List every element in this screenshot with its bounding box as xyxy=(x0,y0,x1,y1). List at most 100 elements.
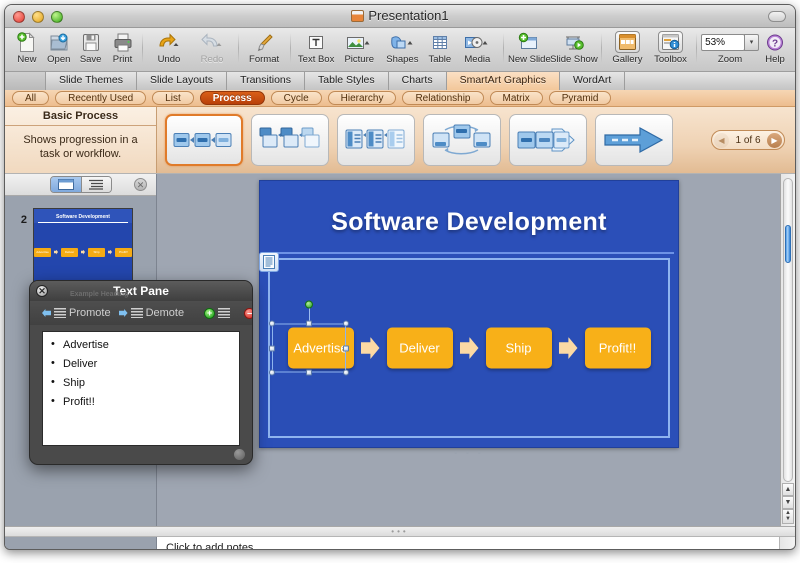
notes-scrollbar[interactable] xyxy=(780,537,795,549)
toolbar-toggle-button[interactable] xyxy=(768,11,786,22)
format-button[interactable]: Format xyxy=(243,30,286,65)
category-relationship[interactable]: Relationship xyxy=(402,91,484,105)
help-button[interactable]: ? Help xyxy=(759,30,791,65)
lines-icon xyxy=(54,308,66,318)
triangle-right-icon[interactable]: ▶ xyxy=(767,132,782,148)
outline-view-icon[interactable] xyxy=(80,177,111,192)
category-list[interactable]: List xyxy=(152,91,194,105)
text-box-icon xyxy=(306,31,326,53)
print-button[interactable]: Print xyxy=(107,30,139,65)
vertical-process-thumb[interactable] xyxy=(337,114,415,166)
close-icon[interactable]: ✕ xyxy=(134,178,147,191)
slide-thumbnail-row[interactable]: 2 Software Development Advertise Deliver… xyxy=(5,196,156,282)
slide-bottom-dots: • • • xyxy=(454,448,484,458)
smartart-object[interactable]: Advertise Deliver Ship Profit!! xyxy=(259,252,670,438)
resize-handle-nw[interactable] xyxy=(269,320,275,327)
smartart-step-ship[interactable]: Ship xyxy=(485,327,552,369)
tab-table-styles[interactable]: Table Styles xyxy=(304,72,388,90)
text-pane-bullet[interactable]: Ship xyxy=(51,376,239,389)
add-bullet-button[interactable]: + xyxy=(204,307,231,319)
tab-wordart[interactable]: WordArt xyxy=(558,72,625,90)
close-icon[interactable]: ✕ xyxy=(36,285,48,297)
zoom-input[interactable]: 53% xyxy=(701,33,746,51)
category-process[interactable]: Process xyxy=(199,91,265,105)
resize-handle-se[interactable] xyxy=(343,369,349,376)
scroll-down-button[interactable]: ▼ xyxy=(782,496,794,509)
tab-transitions[interactable]: Transitions xyxy=(226,72,305,90)
shapes-button[interactable]: Shapes xyxy=(381,30,424,65)
resize-handle-ne[interactable] xyxy=(343,320,349,327)
open-button[interactable]: Open xyxy=(43,30,75,65)
redo-arrow-icon xyxy=(199,31,225,53)
basic-process-thumb[interactable] xyxy=(165,114,243,166)
basic-arrow-thumb[interactable] xyxy=(595,114,673,166)
zoom-control[interactable]: 53% ▾ Zoom xyxy=(701,30,760,65)
thumbnail-arrow-icon xyxy=(54,249,58,255)
resize-handle-n[interactable] xyxy=(306,320,312,327)
redo-button-label: Redo xyxy=(200,54,224,65)
text-pane-bullet[interactable]: Profit!! xyxy=(51,395,239,408)
editor-vertical-scrollbar[interactable]: ▲ ▼ ▲ ▼ xyxy=(780,174,795,526)
promote-button[interactable]: Promote xyxy=(42,307,111,319)
gallery-icon xyxy=(614,31,640,53)
scrollbar-track[interactable] xyxy=(783,178,793,482)
new-slide-button[interactable]: New Slide xyxy=(508,30,551,65)
slide-title[interactable]: Software Development xyxy=(260,208,678,237)
slide-canvas[interactable]: Software Development Advertise Deliver S… xyxy=(259,180,679,458)
text-box-button[interactable]: Text Box xyxy=(295,30,338,65)
tab-slide-themes[interactable]: Slide Themes xyxy=(45,72,137,90)
rotate-handle[interactable] xyxy=(305,300,313,309)
smartart-placeholder-icon[interactable] xyxy=(259,252,279,272)
title-divider xyxy=(264,252,674,254)
resize-handle-s[interactable] xyxy=(306,369,312,376)
text-pane-bullet[interactable]: Deliver xyxy=(51,357,239,370)
arrow-process-thumb[interactable] xyxy=(509,114,587,166)
resize-handle-sw[interactable] xyxy=(269,369,275,376)
zoom-stepper[interactable]: ▾ xyxy=(744,33,760,51)
tab-charts[interactable]: Charts xyxy=(387,72,446,90)
remove-bullet-button[interactable]: – xyxy=(244,307,252,319)
media-button[interactable]: Media xyxy=(456,30,499,65)
save-button[interactable]: Save xyxy=(75,30,107,65)
notes-splitter[interactable]: ••• xyxy=(5,526,795,537)
toolbox-button[interactable]: Toolbox xyxy=(649,30,692,65)
new-button[interactable]: New xyxy=(11,30,43,65)
category-recently-used[interactable]: Recently Used xyxy=(55,91,147,105)
redo-button[interactable]: Redo xyxy=(190,30,233,65)
text-pane-resize-grip[interactable] xyxy=(234,449,245,460)
category-matrix[interactable]: Matrix xyxy=(489,91,543,105)
category-cycle[interactable]: Cycle xyxy=(270,91,322,105)
text-pane-bullet[interactable]: Advertise xyxy=(51,338,239,351)
picture-button[interactable]: Picture xyxy=(338,30,381,65)
scroll-up-button[interactable]: ▲ xyxy=(782,483,794,496)
demote-button[interactable]: Demote xyxy=(118,307,184,319)
smartart-step-deliver[interactable]: Deliver xyxy=(386,327,453,369)
triangle-left-icon[interactable]: ◀ xyxy=(714,132,729,148)
category-pyramid[interactable]: Pyramid xyxy=(548,91,612,105)
text-pane-bullet-list[interactable]: Advertise Deliver Ship Profit!! xyxy=(42,331,240,446)
scrollbar-thumb[interactable] xyxy=(785,225,791,263)
gallery-button-label: Gallery xyxy=(612,54,643,65)
resize-handle-e[interactable] xyxy=(343,345,349,351)
tab-smartart-graphics[interactable]: SmartArt Graphics xyxy=(445,72,559,90)
text-pane-window[interactable]: ✕ Example Heading Text Pane Promote Demo… xyxy=(29,280,253,465)
smartart-step-profit[interactable]: Profit!! xyxy=(584,327,651,369)
slide-thumbnail[interactable]: Software Development Advertise Deliver S… xyxy=(33,208,133,282)
category-all[interactable]: All xyxy=(12,91,50,105)
slides-view-icon[interactable] xyxy=(50,177,81,192)
remove-bullet-icon: – xyxy=(244,307,252,319)
previous-next-slide-buttons[interactable]: ▲ ▼ xyxy=(782,509,794,524)
thumbnail-step: Deliver xyxy=(61,247,78,257)
table-button[interactable]: Table xyxy=(424,30,456,65)
slide-show-button[interactable]: Slide Show xyxy=(550,30,598,65)
thumbnail-smartart: Advertise Deliver Ship Profit!! xyxy=(34,223,132,281)
alternating-flow-thumb[interactable] xyxy=(423,114,501,166)
undo-button[interactable]: Undo xyxy=(147,30,190,65)
notes-field[interactable]: Click to add notes xyxy=(157,537,780,549)
tab-slide-layouts[interactable]: Slide Layouts xyxy=(136,72,227,90)
resize-handle-w[interactable] xyxy=(269,345,275,351)
gallery-button[interactable]: Gallery xyxy=(606,30,649,65)
category-hierarchy[interactable]: Hierarchy xyxy=(327,91,397,105)
new-slide-icon xyxy=(518,31,540,53)
step-down-process-thumb[interactable] xyxy=(251,114,329,166)
